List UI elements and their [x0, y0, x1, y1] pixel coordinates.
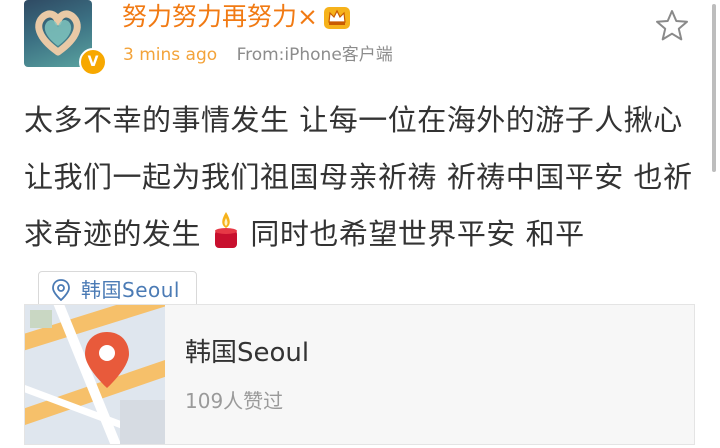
- scrollbar[interactable]: [712, 4, 716, 172]
- crown-icon: [323, 7, 350, 29]
- favorite-star-icon[interactable]: [654, 8, 690, 44]
- username[interactable]: 努力努力再努力×: [122, 1, 352, 33]
- location-card[interactable]: 韩国Seoul 109人赞过: [24, 304, 695, 445]
- post-text-continued: 同时也希望世界平安 和平: [240, 217, 585, 251]
- post-source: From:iPhone客户端: [236, 45, 393, 65]
- verified-badge: V: [79, 48, 107, 76]
- post-meta: 3 mins ago From:iPhone客户端: [123, 43, 393, 67]
- username-text[interactable]: 努力努力再努力×: [122, 1, 318, 33]
- location-pin-icon: [52, 279, 70, 301]
- location-card-title: 韩国Seoul: [185, 338, 310, 368]
- post-time: 3 mins ago: [123, 45, 218, 65]
- candle-icon: [214, 212, 237, 248]
- map-thumbnail: [25, 305, 165, 444]
- post-body: 太多不幸的事情发生 让每一位在海外的游子人揪心 让我们一起为我们祖国母亲祈祷 祈…: [24, 92, 704, 320]
- location-card-likes: 109人赞过: [185, 389, 284, 413]
